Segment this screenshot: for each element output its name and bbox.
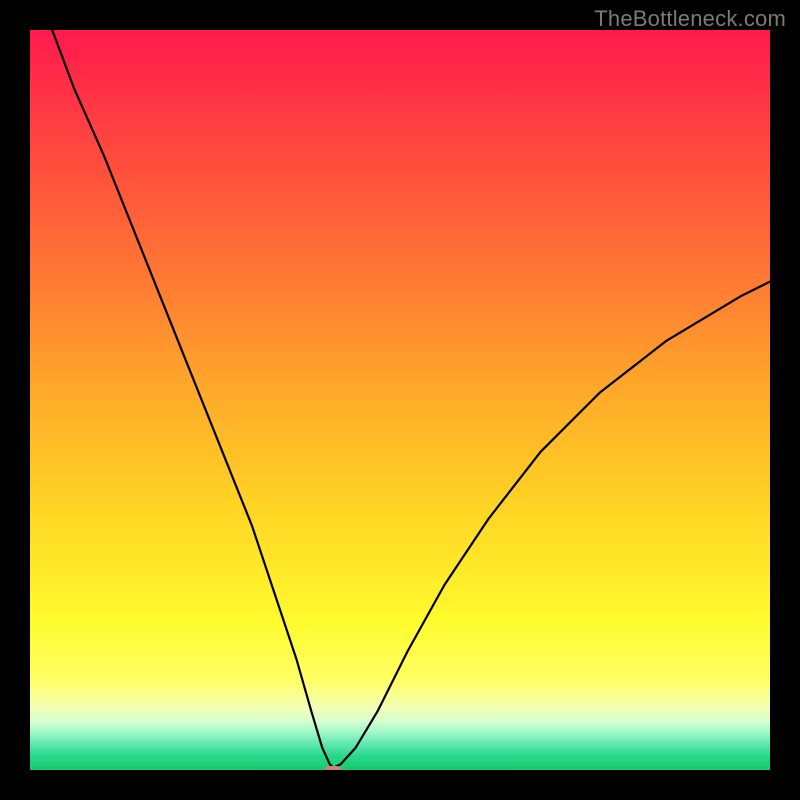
chart-frame: TheBottleneck.com (0, 0, 800, 800)
optimum-marker (324, 766, 342, 770)
watermark-text: TheBottleneck.com (594, 6, 786, 32)
bottleneck-curve (30, 30, 770, 770)
plot-area (30, 30, 770, 770)
